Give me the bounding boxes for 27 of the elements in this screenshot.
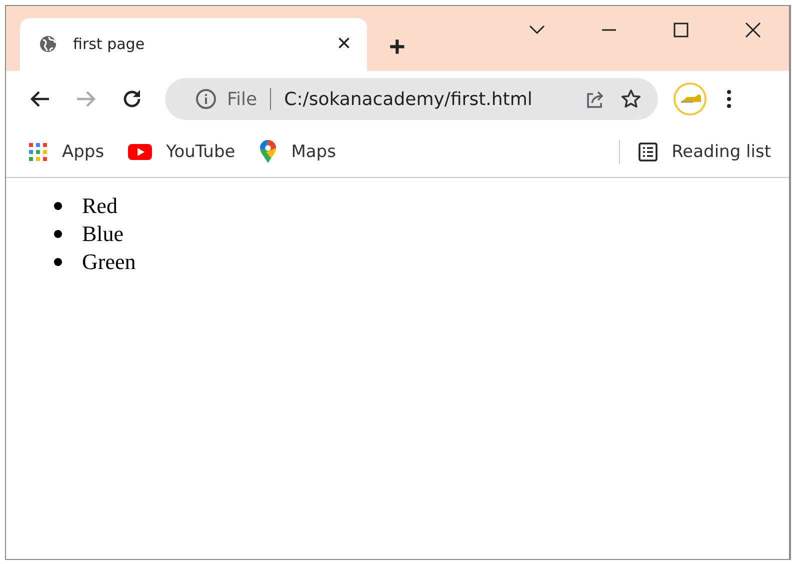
tab-title: first page [73, 34, 146, 52]
browser-tab[interactable]: first page × [20, 18, 367, 71]
list-item: Blue [82, 221, 124, 247]
close-tab-button[interactable]: × [332, 32, 355, 56]
bookmark-item[interactable]: YouTube [128, 142, 236, 162]
bullet-icon [54, 230, 62, 238]
bookmark-item[interactable]: Maps [259, 140, 336, 164]
apps-grid-icon [28, 142, 48, 162]
bullet-icon [54, 258, 62, 266]
more-menu-icon[interactable] [725, 88, 733, 110]
info-icon [195, 88, 217, 110]
list-item: Green [82, 249, 136, 275]
close-icon[interactable] [743, 20, 763, 40]
bookmark-item[interactable]: Apps [28, 142, 104, 162]
maximize-icon[interactable] [671, 20, 691, 40]
play-logo-icon [128, 143, 152, 161]
list-icon [638, 142, 658, 162]
bullet-icon [54, 202, 62, 210]
new-tab-button[interactable]: + [385, 33, 410, 61]
star-icon[interactable] [620, 88, 642, 110]
map-pin-icon [259, 140, 278, 164]
globe-icon [39, 34, 57, 52]
scheme-label: File [227, 88, 258, 110]
url-text: C:/sokanacademy/first.html [284, 88, 532, 110]
address-bar[interactable]: File C:/sokanacademy/first.html [165, 78, 658, 120]
reading-list-button[interactable]: Reading list [638, 142, 771, 162]
list-item: Red [82, 193, 118, 219]
